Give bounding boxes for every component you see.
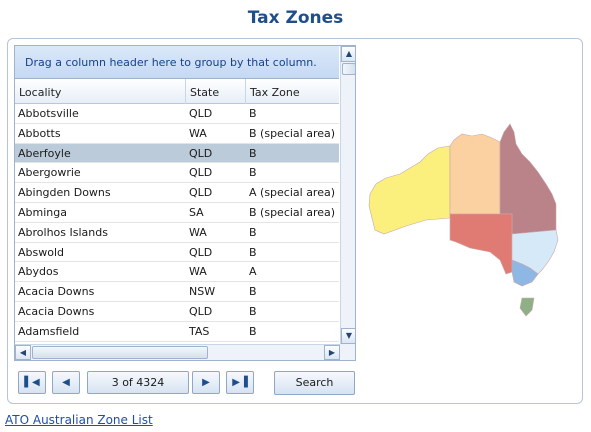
pager-status: 3 of 4324 <box>87 371 189 394</box>
scroll-left-icon[interactable]: ◀ <box>15 345 31 360</box>
previous-page-icon: ◀ <box>62 377 70 388</box>
locality-cell: Abbotts <box>18 126 61 140</box>
first-page-button[interactable]: ▌◀ <box>18 371 46 394</box>
tax-zone-cell: B (special area) <box>249 205 336 219</box>
next-page-icon: ▶ <box>202 377 210 388</box>
scroll-up-icon[interactable]: ▲ <box>341 46 355 62</box>
state-cell: NSW <box>189 285 216 299</box>
table-row[interactable]: Abydos WA A <box>15 262 339 283</box>
page-title: Tax Zones <box>247 8 344 28</box>
scroll-down-icon[interactable]: ▼ <box>341 328 355 344</box>
vertical-scrollbar[interactable]: ▲ ▼ <box>340 46 355 344</box>
column-header-tax-zone[interactable]: Tax Zone <box>246 79 339 104</box>
table-row[interactable]: Acacia Downs QLD B <box>15 301 339 322</box>
table-row[interactable]: Abbotsville QLD B <box>15 104 339 124</box>
table-row[interactable]: Acacia Downs NSW B <box>15 282 339 302</box>
tax-zone-cell: B <box>249 245 257 259</box>
locality-cell: Abminga <box>18 205 67 219</box>
vertical-scroll-thumb[interactable] <box>342 63 355 75</box>
tax-zone-cell: B <box>249 146 257 160</box>
column-header-state[interactable]: State <box>186 79 246 104</box>
locality-cell: Abbotsville <box>18 107 79 120</box>
locality-cell: Abydos <box>18 265 59 279</box>
horizontal-scrollbar[interactable]: ◀ ▶ <box>15 344 340 360</box>
tax-zone-cell: B <box>249 225 257 239</box>
tax-zone-cell: B <box>249 304 257 318</box>
locality-cell: Aberfoyle <box>18 146 71 160</box>
tax-zone-cell: B <box>249 107 257 120</box>
state-cell: QLD <box>189 304 213 318</box>
state-cell: QLD <box>189 146 213 160</box>
state-cell: WA <box>189 126 207 140</box>
column-header-locality[interactable]: Locality <box>15 79 186 104</box>
grid-header: Locality State Tax Zone <box>15 79 339 104</box>
locality-cell: Abergowrie <box>18 166 81 180</box>
state-cell: SA <box>189 205 204 219</box>
locality-cell: Acacia Downs <box>18 285 95 299</box>
next-page-button[interactable]: ▶ <box>192 371 220 394</box>
table-row[interactable]: Adamsfield TAS B <box>15 321 339 342</box>
table-row[interactable]: Abrolhos Islands WA B <box>15 222 339 243</box>
grid-rows: Abbotsville QLD B Abbotts WA B (special area)… <box>15 104 339 342</box>
table-row[interactable]: Abswold QLD B <box>15 242 339 263</box>
state-cell: QLD <box>189 245 213 259</box>
state-cell: QLD <box>189 166 213 180</box>
tax-zone-cell: B (special area) <box>249 126 336 140</box>
map-region-nt <box>449 133 501 215</box>
tax-zone-cell: B <box>249 285 257 299</box>
locality-cell: Acacia Downs <box>18 304 95 318</box>
table-row[interactable]: Abingden Downs QLD A (special area) <box>15 183 339 203</box>
table-row[interactable]: Abergowrie QLD B <box>15 163 339 184</box>
state-cell: WA <box>189 225 207 239</box>
last-page-icon: ▶▐ <box>232 377 248 388</box>
state-cell: WA <box>189 265 207 279</box>
map-region-sa <box>449 213 513 275</box>
table-row[interactable]: Abminga SA B (special area) <box>15 202 339 223</box>
tax-zone-cell: A <box>249 265 257 279</box>
map-region-wa <box>368 145 451 235</box>
locality-cell: Abswold <box>18 245 65 259</box>
scroll-right-icon[interactable]: ▶ <box>324 345 340 360</box>
ato-zone-list-link[interactable]: ATO Australian Zone List <box>5 413 153 427</box>
locality-cell: Abingden Downs <box>18 186 111 200</box>
tax-zone-cell: B <box>249 166 257 180</box>
table-row[interactable]: Aberfoyle QLD B <box>15 143 339 164</box>
horizontal-scroll-thumb[interactable] <box>32 346 208 359</box>
previous-page-button[interactable]: ◀ <box>52 371 80 394</box>
state-cell: QLD <box>189 107 213 120</box>
table-row[interactable]: Abbotts WA B (special area) <box>15 123 339 144</box>
map-region-tas <box>519 297 535 317</box>
group-by-panel[interactable]: Drag a column header here to group by th… <box>15 46 339 79</box>
last-page-button[interactable]: ▶▐ <box>226 371 254 394</box>
locality-cell: Abrolhos Islands <box>18 225 108 239</box>
scrollbar-corner <box>340 344 355 360</box>
tax-zone-cell: A (special area) <box>249 186 336 200</box>
first-page-icon: ▌◀ <box>24 377 40 388</box>
australia-map <box>368 123 559 317</box>
state-cell: TAS <box>189 324 210 338</box>
search-button[interactable]: Search <box>274 371 355 395</box>
tax-zone-cell: B <box>249 324 257 338</box>
state-cell: QLD <box>189 186 213 200</box>
locality-grid[interactable]: Drag a column header here to group by th… <box>14 45 356 361</box>
locality-cell: Adamsfield <box>18 324 80 338</box>
